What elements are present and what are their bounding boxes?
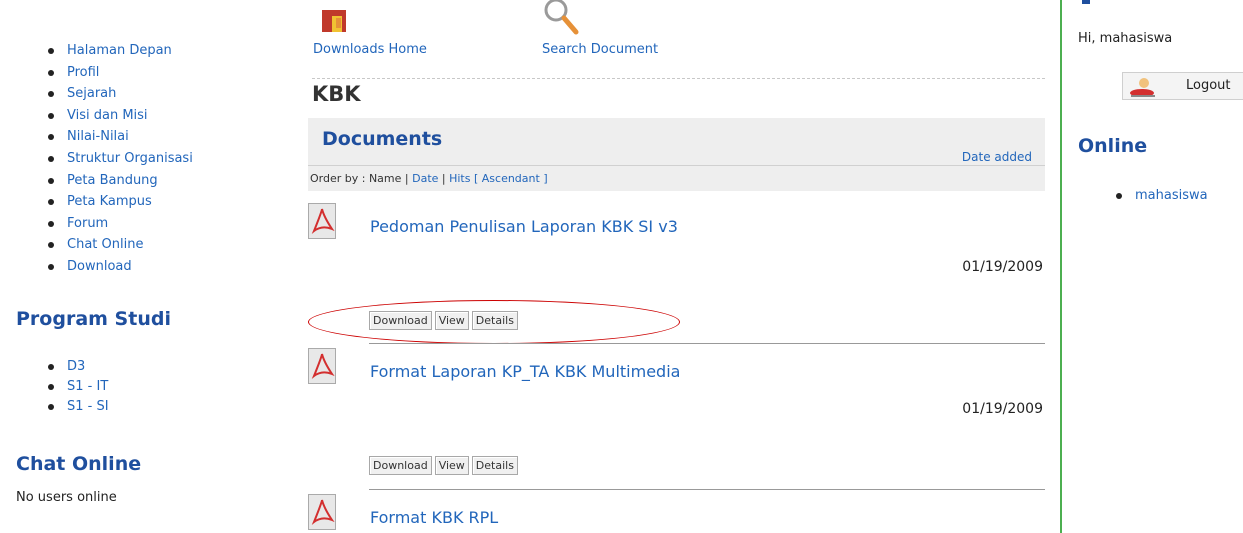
nav-link[interactable]: Profil [67, 65, 99, 80]
logout-button[interactable]: Logout [1122, 72, 1243, 100]
document-date: 01/19/2009 [962, 401, 1043, 417]
online-heading: Online [1078, 135, 1148, 157]
download-button[interactable]: Download [369, 311, 432, 330]
document-date: 01/19/2009 [962, 259, 1043, 275]
magnifier-icon [544, 0, 579, 35]
greeting: Hi, mahasiswa [1078, 31, 1173, 46]
documents-header: Documents Date added Order by : Name | D… [308, 118, 1045, 191]
nav-item-peta-bandung[interactable]: Peta Bandung [48, 170, 193, 192]
nav-link[interactable]: Forum [67, 216, 108, 231]
order-sep: | [438, 172, 450, 185]
logout-label[interactable]: Logout [1186, 78, 1231, 93]
details-button[interactable]: Details [471, 456, 518, 475]
pdf-icon [308, 494, 336, 530]
home-icon [322, 10, 346, 32]
pdf-icon [308, 203, 336, 239]
left-sidebar: Halaman Depan Profil Sejarah Visi dan Mi… [0, 0, 300, 533]
order-by-bar: Order by : Name | Date | Hits [ Ascendan… [310, 172, 548, 185]
downloads-home-label[interactable]: Downloads Home [313, 42, 427, 57]
heading-fragment [1082, 0, 1090, 4]
nav-item-forum[interactable]: Forum [48, 213, 193, 235]
studi-item-s1-si[interactable]: S1 - SI [48, 397, 109, 417]
main-content: Downloads Home Search Document KBK Docum… [308, 0, 1045, 533]
order-by-label: Order by : Name | [310, 172, 413, 185]
nav-link[interactable]: Peta Bandung [67, 173, 158, 188]
divider [312, 78, 1045, 79]
chat-online-heading: Chat Online [16, 453, 142, 475]
nav-link[interactable]: Chat Online [67, 237, 143, 252]
category-title: KBK [312, 82, 361, 106]
view-button[interactable]: View [434, 311, 469, 330]
online-user-link[interactable]: mahasiswa [1135, 188, 1208, 203]
nav-link[interactable]: Peta Kampus [67, 194, 152, 209]
nav-item-nilai[interactable]: Nilai-Nilai [48, 126, 193, 148]
document-title-link[interactable]: Pedoman Penulisan Laporan KBK SI v3 [370, 217, 678, 236]
nav-item-download[interactable]: Download [48, 256, 193, 278]
nav-link[interactable]: Halaman Depan [67, 43, 172, 58]
nav-item-visi-misi[interactable]: Visi dan Misi [48, 105, 193, 127]
online-users-list: mahasiswa [1116, 186, 1208, 206]
studi-link[interactable]: S1 - SI [67, 399, 109, 414]
studi-link[interactable]: D3 [67, 359, 85, 374]
nav-link[interactable]: Visi dan Misi [67, 108, 148, 123]
document-actions: Download View Details [369, 456, 518, 475]
document-title-link[interactable]: Format Laporan KP_TA KBK Multimedia [370, 362, 680, 381]
order-by-date[interactable]: Date [412, 172, 438, 185]
details-button[interactable]: Details [471, 311, 518, 330]
row-separator [369, 489, 1045, 490]
nav-item-sejarah[interactable]: Sejarah [48, 83, 193, 105]
right-sidebar: Hi, mahasiswa Logout Online mahasiswa [1060, 0, 1243, 533]
document-actions: Download View Details [369, 311, 518, 330]
row-separator [369, 343, 1045, 344]
program-studi-heading: Program Studi [16, 308, 171, 330]
pdf-icon [308, 348, 336, 384]
download-button[interactable]: Download [369, 456, 432, 475]
nav-item-chat-online[interactable]: Chat Online [48, 234, 193, 256]
user-logout-icon [1130, 78, 1155, 97]
nav-link[interactable]: Struktur Organisasi [67, 151, 193, 166]
search-document-label[interactable]: Search Document [542, 42, 658, 57]
main-nav: Halaman Depan Profil Sejarah Visi dan Mi… [48, 40, 193, 278]
view-button[interactable]: View [434, 456, 469, 475]
nav-item-halaman-depan[interactable]: Halaman Depan [48, 40, 193, 62]
online-user[interactable]: mahasiswa [1116, 186, 1208, 206]
nav-item-profil[interactable]: Profil [48, 62, 193, 84]
studi-item-d3[interactable]: D3 [48, 357, 109, 377]
documents-heading: Documents [322, 128, 443, 150]
program-studi-list: D3 S1 - IT S1 - SI [48, 357, 109, 417]
date-added-sort[interactable]: Date added [962, 150, 1032, 164]
divider [308, 165, 1045, 166]
studi-link[interactable]: S1 - IT [67, 379, 108, 394]
studi-item-s1-it[interactable]: S1 - IT [48, 377, 109, 397]
chat-status: No users online [16, 490, 117, 505]
nav-item-struktur[interactable]: Struktur Organisasi [48, 148, 193, 170]
order-by-hits[interactable]: Hits [ Ascendant ] [449, 172, 548, 185]
document-title-link[interactable]: Format KBK RPL [370, 508, 498, 527]
nav-link[interactable]: Sejarah [67, 86, 116, 101]
nav-item-peta-kampus[interactable]: Peta Kampus [48, 191, 193, 213]
nav-link[interactable]: Download [67, 259, 132, 274]
nav-link[interactable]: Nilai-Nilai [67, 129, 129, 144]
